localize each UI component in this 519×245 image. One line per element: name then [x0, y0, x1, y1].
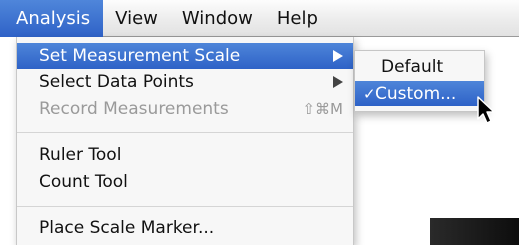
submenu-item-custom[interactable]: ✓ Custom... [355, 81, 484, 106]
keyboard-shortcut: ⇧⌘M [302, 100, 343, 118]
menu-item-ruler-tool[interactable]: Ruler Tool [17, 142, 353, 168]
menu-item-label: Ruler Tool [39, 145, 122, 165]
menu-separator [17, 206, 353, 207]
menu-item-label: Set Measurement Scale [39, 46, 241, 66]
menu-item-set-measurement-scale[interactable]: Set Measurement Scale [17, 43, 353, 69]
menu-help[interactable]: Help [265, 0, 330, 37]
menu-window[interactable]: Window [170, 0, 265, 37]
menu-item-select-data-points[interactable]: Select Data Points [17, 69, 353, 95]
menu-item-label: Place Scale Marker... [39, 218, 215, 238]
menu-item-record-measurements: Record Measurements ⇧⌘M [17, 96, 353, 122]
menu-bar: Analysis View Window Help [0, 0, 519, 37]
menu-item-count-tool[interactable]: Count Tool [17, 169, 353, 195]
submenu-item-label: Default [381, 56, 444, 77]
menu-separator [17, 132, 353, 133]
checkmark-icon: ✓ [363, 84, 376, 103]
menu-item-label: Select Data Points [39, 72, 194, 92]
mouse-pointer-icon [477, 96, 495, 124]
measurement-scale-submenu: Default ✓ Custom... [354, 50, 485, 112]
submenu-arrow-icon [333, 76, 343, 88]
menu-view[interactable]: View [103, 0, 170, 37]
menu-item-label: Record Measurements [39, 99, 229, 119]
background-image [430, 218, 519, 245]
submenu-item-label: Custom... [375, 83, 457, 104]
submenu-item-default[interactable]: Default [355, 54, 484, 79]
analysis-dropdown: Set Measurement Scale Select Data Points… [16, 37, 354, 245]
menu-item-label: Count Tool [39, 172, 128, 192]
submenu-arrow-icon [333, 50, 343, 62]
menu-item-place-scale-marker[interactable]: Place Scale Marker... [17, 215, 353, 241]
menu-analysis[interactable]: Analysis [0, 0, 104, 37]
